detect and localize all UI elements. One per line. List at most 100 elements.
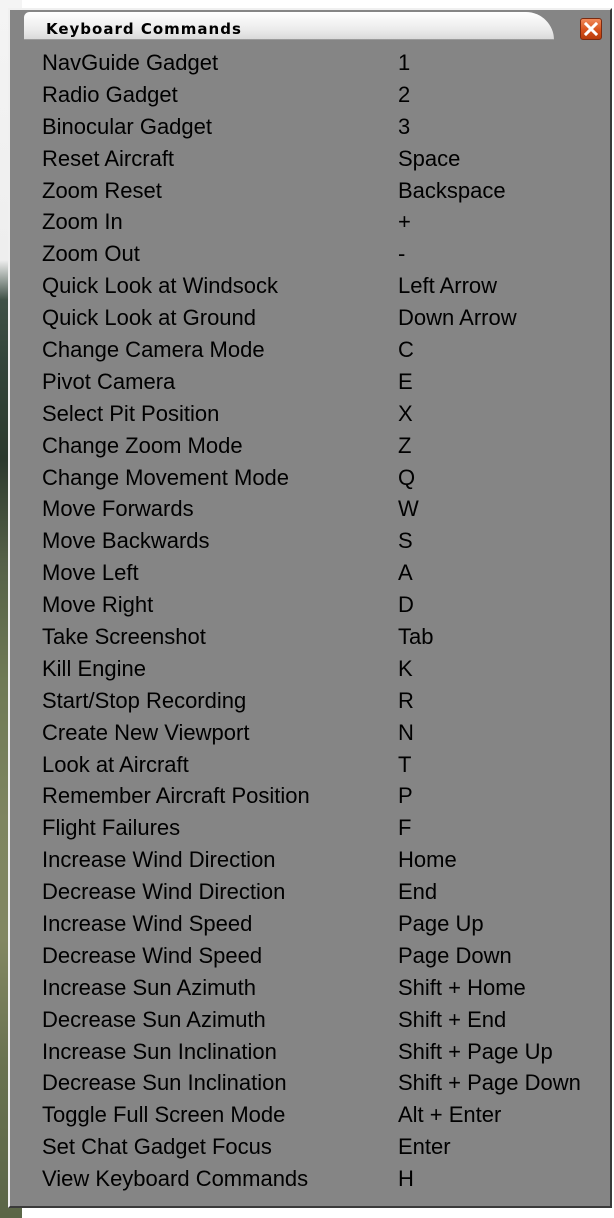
command-key: Shift + End <box>398 1006 507 1032</box>
command-label: Change Movement Mode <box>42 464 290 490</box>
command-row: Change Camera Mode C <box>10 334 610 366</box>
command-key: End <box>398 879 438 905</box>
close-button[interactable] <box>580 18 602 40</box>
command-key: Home <box>398 847 457 873</box>
command-label: Zoom Reset <box>42 177 162 203</box>
command-key: K <box>398 655 413 681</box>
command-row: Move Right D <box>10 589 610 621</box>
command-label: Increase Wind Speed <box>42 910 253 936</box>
command-row: Change Movement Mode Q <box>10 462 610 494</box>
command-label: Quick Look at Windsock <box>42 273 278 299</box>
command-key: Space <box>398 145 461 171</box>
command-key: S <box>398 528 413 554</box>
command-key: Page Up <box>398 910 484 936</box>
command-label: Take Screenshot <box>42 623 206 649</box>
command-label: Move Backwards <box>42 528 210 554</box>
command-key: 1 <box>398 49 411 75</box>
command-label: Zoom Out <box>42 241 140 267</box>
command-key: 2 <box>398 81 411 107</box>
command-key: Left Arrow <box>398 273 498 299</box>
command-label: Reset Aircraft <box>42 145 175 171</box>
command-label: Increase Sun Inclination <box>42 1038 277 1064</box>
command-key: Tab <box>398 623 434 649</box>
command-row: Quick Look at Windsock Left Arrow <box>10 270 610 302</box>
command-key: H <box>398 1166 414 1192</box>
command-row: Take Screenshot Tab <box>10 621 610 653</box>
keyboard-commands-window: Keyboard Commands NavGuide Gadget 1 Radio … <box>8 8 612 1208</box>
command-row: Increase Wind Speed Page Up <box>10 908 610 940</box>
command-key: Shift + Page Up <box>398 1038 553 1064</box>
command-label: Increase Sun Azimuth <box>42 974 257 1000</box>
commands-list: NavGuide Gadget 1 Radio Gadget 2 Binocular G… <box>10 47 610 1206</box>
command-row: Move Left A <box>10 557 610 589</box>
command-row: NavGuide Gadget 1 <box>10 47 610 79</box>
command-key: Shift + Page Down <box>398 1070 581 1096</box>
command-label: Decrease Wind Speed <box>42 942 263 968</box>
command-key: - <box>398 241 406 267</box>
command-key: F <box>398 815 412 841</box>
command-row: Increase Wind Direction Home <box>10 844 610 876</box>
command-key: T <box>398 751 412 777</box>
command-row: Decrease Wind Speed Page Down <box>10 940 610 972</box>
command-label: Move Right <box>42 592 154 618</box>
command-key: P <box>398 783 413 809</box>
command-row: Flight Failures F <box>10 812 610 844</box>
command-key: Enter <box>398 1134 451 1160</box>
command-label: Select Pit Position <box>42 400 220 426</box>
title-tab: Keyboard Commands <box>24 12 554 40</box>
command-row: Binocular Gadget 3 <box>10 111 610 143</box>
command-key: Alt + Enter <box>398 1102 502 1128</box>
command-label: Binocular Gadget <box>42 113 212 139</box>
command-key: Backspace <box>398 177 506 203</box>
command-label: Move Left <box>42 560 139 586</box>
command-label: Remember Aircraft Position <box>42 783 310 809</box>
command-row: Decrease Wind Direction End <box>10 876 610 908</box>
command-row: Zoom In + <box>10 206 610 238</box>
command-label: NavGuide Gadget <box>42 49 219 75</box>
command-label: Pivot Camera <box>42 368 176 394</box>
command-label: Decrease Sun Inclination <box>42 1070 287 1096</box>
command-label: Change Camera Mode <box>42 336 265 362</box>
command-key: Q <box>398 464 416 490</box>
command-row: Increase Sun Inclination Shift + Page Up <box>10 1036 610 1068</box>
command-label: Kill Engine <box>42 655 146 681</box>
window-title: Keyboard Commands <box>46 20 242 38</box>
command-row: Look at Aircraft T <box>10 749 610 781</box>
command-label: Set Chat Gadget Focus <box>42 1134 272 1160</box>
command-row: Move Backwards S <box>10 525 610 557</box>
command-label: Move Forwards <box>42 496 194 522</box>
command-row: View Keyboard Commands H <box>10 1163 610 1195</box>
command-key: W <box>398 496 419 522</box>
command-key: D <box>398 592 414 618</box>
command-row: Zoom Reset Backspace <box>10 175 610 207</box>
command-row: Toggle Full Screen Mode Alt + Enter <box>10 1099 610 1131</box>
title-bar[interactable]: Keyboard Commands <box>10 10 610 44</box>
command-row: Change Zoom Mode Z <box>10 430 610 462</box>
command-row: Radio Gadget 2 <box>10 79 610 111</box>
command-label: Decrease Wind Direction <box>42 879 286 905</box>
command-row: Move Forwards W <box>10 493 610 525</box>
command-label: Change Zoom Mode <box>42 432 243 458</box>
command-key: Shift + Home <box>398 974 526 1000</box>
command-row: Remember Aircraft Position P <box>10 780 610 812</box>
command-row: Reset Aircraft Space <box>10 143 610 175</box>
command-key: + <box>398 209 411 235</box>
command-row: Set Chat Gadget Focus Enter <box>10 1131 610 1163</box>
command-label: Quick Look at Ground <box>42 305 257 331</box>
command-label: Create New Viewport <box>42 719 250 745</box>
command-label: Start/Stop Recording <box>42 687 247 713</box>
command-label: Look at Aircraft <box>42 751 189 777</box>
command-key: Z <box>398 432 412 458</box>
command-key: E <box>398 368 413 394</box>
command-row: Pivot Camera E <box>10 366 610 398</box>
command-label: Decrease Sun Azimuth <box>42 1006 266 1032</box>
command-row: Decrease Sun Inclination Shift + Page Dow… <box>10 1068 610 1100</box>
command-row: Select Pit Position X <box>10 398 610 430</box>
command-label: Zoom In <box>42 209 123 235</box>
command-label: Increase Wind Direction <box>42 847 276 873</box>
command-label: View Keyboard Commands <box>42 1166 309 1192</box>
command-row: Kill Engine K <box>10 653 610 685</box>
command-key: R <box>398 687 414 713</box>
command-row: Increase Sun Azimuth Shift + Home <box>10 972 610 1004</box>
command-key: Page Down <box>398 942 512 968</box>
